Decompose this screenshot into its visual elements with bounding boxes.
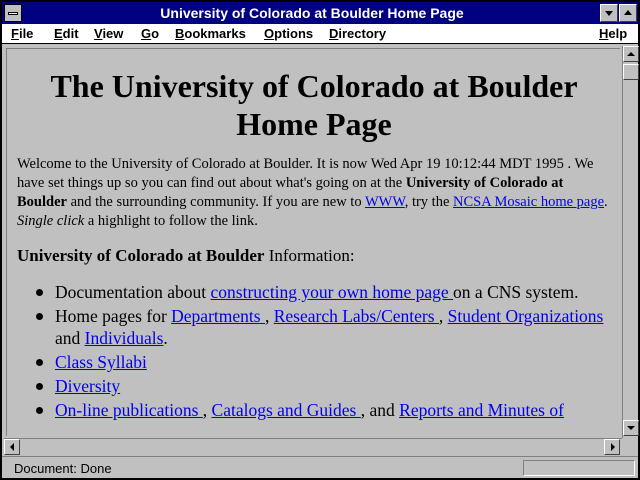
menu-file-accel: F [11,26,19,41]
menu-directory[interactable]: Directory [329,26,386,41]
maximize-icon [624,10,632,15]
link-constructing-home-page[interactable]: constructing your own home page [211,282,454,302]
menu-file-label: ile [18,26,34,41]
progress-indicator [523,460,635,476]
link-ncsa-mosaic[interactable]: NCSA Mosaic home page [453,194,604,210]
vertical-scroll-thumb[interactable] [623,64,639,80]
menu-bookmarks-label: ookmarks [184,26,246,41]
link-individuals[interactable]: Individuals [85,328,164,348]
minimize-button[interactable] [600,4,618,22]
browser-window: University of Colorado at Boulder Home P… [0,0,640,480]
page-heading: The University of Colorado at Boulder Ho… [50,68,578,142]
list-item-home-pages: Home pages for Departments , Research La… [17,305,611,349]
horizontal-scrollbar[interactable] [4,438,622,455]
home-sep-1: , [264,306,274,326]
doc-pre: Documentation about [55,282,211,302]
minimize-icon [605,11,613,16]
vertical-scrollbar[interactable] [622,46,639,438]
doc-post: on a CNS system. [453,282,579,302]
menu-edit-label: dit [62,26,79,41]
intro-paragraph: Welcome to the University of Colorado at… [17,155,611,231]
link-online-publications[interactable]: On-line publications [55,400,203,420]
menu-options[interactable]: Options [264,26,313,41]
status-bar: Document: Done [2,456,638,478]
list-item-publications: On-line publications , Catalogs and Guid… [17,399,611,421]
system-menu-button[interactable] [4,4,22,22]
menu-file[interactable]: File [11,26,33,41]
section-bold: University of Colorado at Boulder [17,246,265,265]
maximize-button[interactable] [619,4,637,22]
home-sep-3: and [55,328,85,348]
document-view[interactable]: The University of Colorado at Boulder Ho… [6,48,620,436]
home-pre: Home pages for [55,306,172,326]
link-diversity[interactable]: Diversity [55,376,120,396]
scroll-up-button[interactable] [623,46,639,62]
info-list: Documentation about constructing your ow… [17,281,611,421]
intro-text-2: and the surrounding community. If you ar… [66,194,365,210]
menu-options-label: ptions [274,26,314,41]
link-research-labs[interactable]: Research Labs/Centers [274,306,439,326]
menu-options-accel: O [264,26,275,41]
scroll-down-button[interactable] [623,420,639,436]
intro-italic-single-click: Single click [17,213,85,229]
menu-help-label: elp [608,26,628,41]
scroll-left-button[interactable] [4,439,20,455]
link-class-syllabi[interactable]: Class Syllabi [55,352,147,372]
system-menu-icon [8,12,18,15]
page-content: The University of Colorado at Boulder Ho… [17,67,611,423]
intro-text-5: a highlight to follow the link. [84,213,258,229]
list-item-documentation: Documentation about constructing your ow… [17,281,611,303]
menu-bookmarks-accel: B [175,26,185,41]
menu-go[interactable]: Go [141,26,159,41]
menu-view-label: iew [102,26,124,41]
menu-directory-label: irectory [338,26,387,41]
scrollbar-corner [622,438,638,454]
intro-text-4: . [604,194,608,210]
scroll-right-button[interactable] [604,439,620,455]
link-catalogs-guides[interactable]: Catalogs and Guides [212,400,361,420]
section-rest: Information: [264,246,355,265]
arrow-left-icon [10,443,14,451]
menu-go-label: o [151,26,160,41]
status-text: Document: Done [14,461,112,476]
arrow-down-icon [627,426,635,430]
list-item-class-syllabi: Class Syllabi [17,351,611,373]
menu-help-accel: H [599,26,609,41]
link-departments[interactable]: Departments [171,306,265,326]
menu-view[interactable]: View [94,26,123,41]
link-www[interactable]: WWW [365,194,405,210]
menu-go-accel: G [141,26,152,41]
arrow-up-icon [627,52,635,56]
menu-bookmarks[interactable]: Bookmarks [175,26,246,41]
title-bar[interactable]: University of Colorado at Boulder Home P… [2,2,638,24]
pubs-sep-2: , and [360,400,400,420]
section-heading: University of Colorado at Boulder Inform… [17,245,611,267]
menu-bar: File Edit View Go Bookmarks Options Dire… [2,24,638,44]
home-post: . [163,328,168,348]
list-item-diversity: Diversity [17,375,611,397]
menu-edit-accel: E [54,26,63,41]
menu-directory-accel: D [329,26,339,41]
pubs-sep-1: , [202,400,212,420]
home-sep-2: , [438,306,448,326]
window-title: University of Colorado at Boulder Home P… [160,5,464,21]
menu-help[interactable]: Help [599,26,627,41]
menu-edit[interactable]: Edit [54,26,79,41]
link-student-organizations[interactable]: Student Organizations [448,306,604,326]
link-reports-minutes[interactable]: Reports and Minutes of [399,400,564,420]
intro-text-3: , try the [404,194,454,210]
arrow-right-icon [611,443,615,451]
